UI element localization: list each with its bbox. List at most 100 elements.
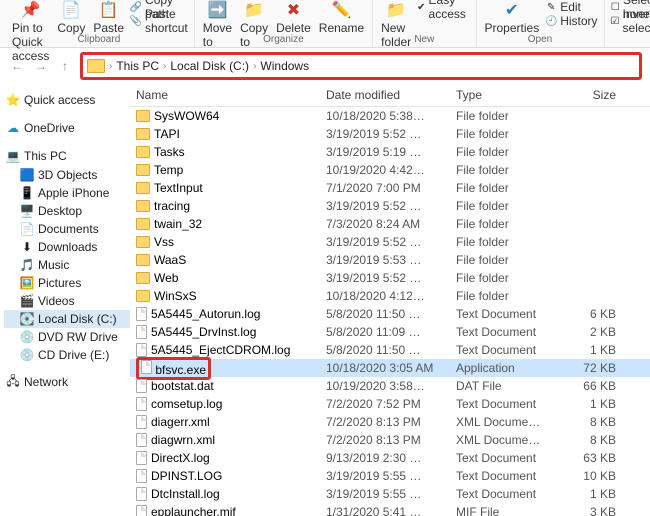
file-row[interactable]: WinSxS10/18/2020 4:12…File folder [130, 287, 650, 305]
file-row[interactable]: 5A5445_Autorun.log5/8/2020 11:50 …Text D… [130, 305, 650, 323]
chevron-right-icon[interactable]: › [107, 61, 114, 72]
cell-name: WinSxS [136, 289, 326, 303]
breadcrumb-item[interactable]: This PC [116, 59, 159, 73]
pin-button[interactable]: 📌Pin to Quick access [10, 0, 51, 63]
breadcrumb[interactable]: › This PC › Local Disk (C:) › Windows [80, 52, 642, 80]
cell-name: SysWOW64 [136, 109, 326, 123]
file-pane: Name Date modified Type Size SysWOW6410/… [130, 84, 650, 516]
sidebar-item[interactable]: 🖼️Pictures [4, 274, 130, 292]
sidebar-item-label: Music [38, 258, 69, 272]
sidebar-onedrive[interactable]: ☁OneDrive [4, 118, 130, 138]
file-name: Temp [154, 163, 183, 177]
breadcrumb-item[interactable]: Windows [260, 59, 309, 73]
sidebar-item[interactable]: 🎵 Music [4, 256, 130, 274]
file-icon [136, 433, 147, 447]
file-row[interactable]: bootstat.dat10/19/2020 3:58…DAT File66 K… [130, 377, 650, 395]
file-row[interactable]: tracing3/19/2019 5:52 …File folder [130, 197, 650, 215]
sidebar-network[interactable]: 🖧 Network [4, 372, 130, 392]
file-row[interactable]: DtcInstall.log3/19/2019 5:55 …Text Docum… [130, 485, 650, 503]
breadcrumb-item[interactable]: Local Disk (C:) [170, 59, 249, 73]
invert-button[interactable]: ☑Invert selection [611, 14, 650, 28]
star-icon: ⭐ [6, 93, 20, 107]
file-row[interactable]: DirectX.log9/13/2019 2:30 …Text Document… [130, 449, 650, 467]
newfolder-button[interactable]: 📁New folder [379, 0, 413, 49]
sidebar-item-label: Downloads [38, 240, 97, 254]
col-type[interactable]: Type [456, 88, 556, 102]
edit-button[interactable]: ✎Edit [545, 0, 597, 14]
paste-icon: 📋 [99, 0, 119, 20]
file-row[interactable]: bfsvc.exe10/18/2020 3:05 AMApplication72… [130, 359, 650, 377]
file-row[interactable]: twain_327/3/2020 8:24 AMFile folder [130, 215, 650, 233]
sidebar-label: Network [24, 375, 68, 389]
delete-button[interactable]: ✖Delete [274, 0, 313, 35]
sidebar-item[interactable]: 💿DVD RW Drive [4, 328, 130, 346]
file-row[interactable]: comsetup.log7/2/2020 7:52 PMText Documen… [130, 395, 650, 413]
moveto-label: Move to [203, 21, 232, 49]
cell-date: 3/19/2019 5:52 … [326, 235, 456, 249]
file-name: twain_32 [154, 217, 202, 231]
sidebar-item[interactable]: ⬇Downloads [4, 238, 130, 256]
file-name: bootstat.dat [151, 379, 214, 393]
column-headers: Name Date modified Type Size [130, 84, 650, 107]
properties-label: Properties [485, 21, 540, 35]
paste-button[interactable]: 📋Paste [91, 0, 126, 35]
properties-button[interactable]: ✔Properties [483, 0, 542, 35]
file-row[interactable]: DPINST.LOG3/19/2019 5:55 …Text Document1… [130, 467, 650, 485]
file-row[interactable]: Tasks3/19/2019 5:19 …File folder [130, 143, 650, 161]
moveto-icon: ➡️ [207, 0, 227, 20]
cell-type: MIF File [456, 505, 556, 516]
sidebar-item-icon: 🎵 [20, 258, 34, 272]
file-row[interactable]: WaaS3/19/2019 5:53 …File folder [130, 251, 650, 269]
pasteshortcut-button[interactable]: 📎Paste shortcut [130, 14, 188, 28]
col-size[interactable]: Size [556, 88, 616, 102]
history-button[interactable]: 🕘History [545, 14, 597, 28]
copy-button[interactable]: 📄Copy [55, 0, 87, 35]
sidebar-item[interactable]: 🎬Videos [4, 292, 130, 310]
file-row[interactable]: Temp10/19/2020 4:42…File folder [130, 161, 650, 179]
chevron-right-icon[interactable]: › [251, 61, 258, 72]
moveto-button[interactable]: ➡️Move to [201, 0, 234, 49]
forward-button[interactable]: → [32, 57, 50, 75]
file-row[interactable]: 5A5445_DrvInst.log5/8/2020 11:09 …Text D… [130, 323, 650, 341]
file-row[interactable]: TAPI3/19/2019 5:52 …File folder [130, 125, 650, 143]
copyto-icon: 📁 [244, 0, 264, 20]
sidebar-thispc[interactable]: 💻This PC [4, 146, 130, 166]
file-row[interactable]: diagerr.xml7/2/2020 8:13 PMXML Docume…8 … [130, 413, 650, 431]
sidebar-quickaccess[interactable]: ⭐Quick access [4, 90, 130, 110]
file-row[interactable]: TextInput7/1/2020 7:00 PMFile folder [130, 179, 650, 197]
up-button[interactable]: ↑ [56, 57, 74, 75]
sidebar-item-label: Local Disk (C:) [38, 312, 117, 326]
edit-label: Edit [560, 0, 581, 14]
group-organize-label: Organize [263, 34, 304, 46]
file-name: SysWOW64 [154, 109, 219, 123]
sidebar-item[interactable]: 🖥️Desktop [4, 202, 130, 220]
back-button[interactable]: ← [8, 57, 26, 75]
file-row[interactable]: Web3/19/2019 5:52 …File folder [130, 269, 650, 287]
sidebar-item[interactable]: 📱Apple iPhone [4, 184, 130, 202]
file-row[interactable]: Vss3/19/2019 5:52 …File folder [130, 233, 650, 251]
sidebar-item-icon: 📄 [20, 222, 34, 236]
folder-icon [136, 290, 150, 302]
cell-size: 8 KB [556, 433, 616, 447]
chevron-right-icon[interactable]: › [161, 61, 168, 72]
network-icon: 🖧 [6, 375, 20, 389]
sidebar-item[interactable]: 📄 Documents [4, 220, 130, 238]
cell-size: 63 KB [556, 451, 616, 465]
sidebar-item[interactable]: 💿CD Drive (E:) [4, 346, 130, 364]
sidebar-item[interactable]: 🟦3D Objects [4, 166, 130, 184]
col-date[interactable]: Date modified [326, 88, 456, 102]
col-name[interactable]: Name [136, 88, 326, 102]
cell-date: 10/19/2020 3:58… [326, 379, 456, 393]
file-icon [136, 469, 147, 483]
sidebar-item[interactable]: 💽Local Disk (C:) [4, 310, 130, 328]
sidebar-item-icon: 🖼️ [20, 276, 34, 290]
file-row[interactable]: SysWOW6410/18/2020 5:38…File folder [130, 107, 650, 125]
cell-date: 7/2/2020 8:13 PM [326, 415, 456, 429]
file-row[interactable]: diagwrn.xml7/2/2020 8:13 PMXML Docume…8 … [130, 431, 650, 449]
rename-button[interactable]: ✏️Rename [317, 0, 366, 35]
cell-type: File folder [456, 163, 556, 177]
sidebar-item-label: Documents [38, 222, 99, 236]
cell-type: DAT File [456, 379, 556, 393]
file-row[interactable]: epplauncher.mif1/31/2020 5:41 …MIF File3… [130, 503, 650, 516]
easyaccess-button[interactable]: ✔Easy access [417, 0, 469, 14]
